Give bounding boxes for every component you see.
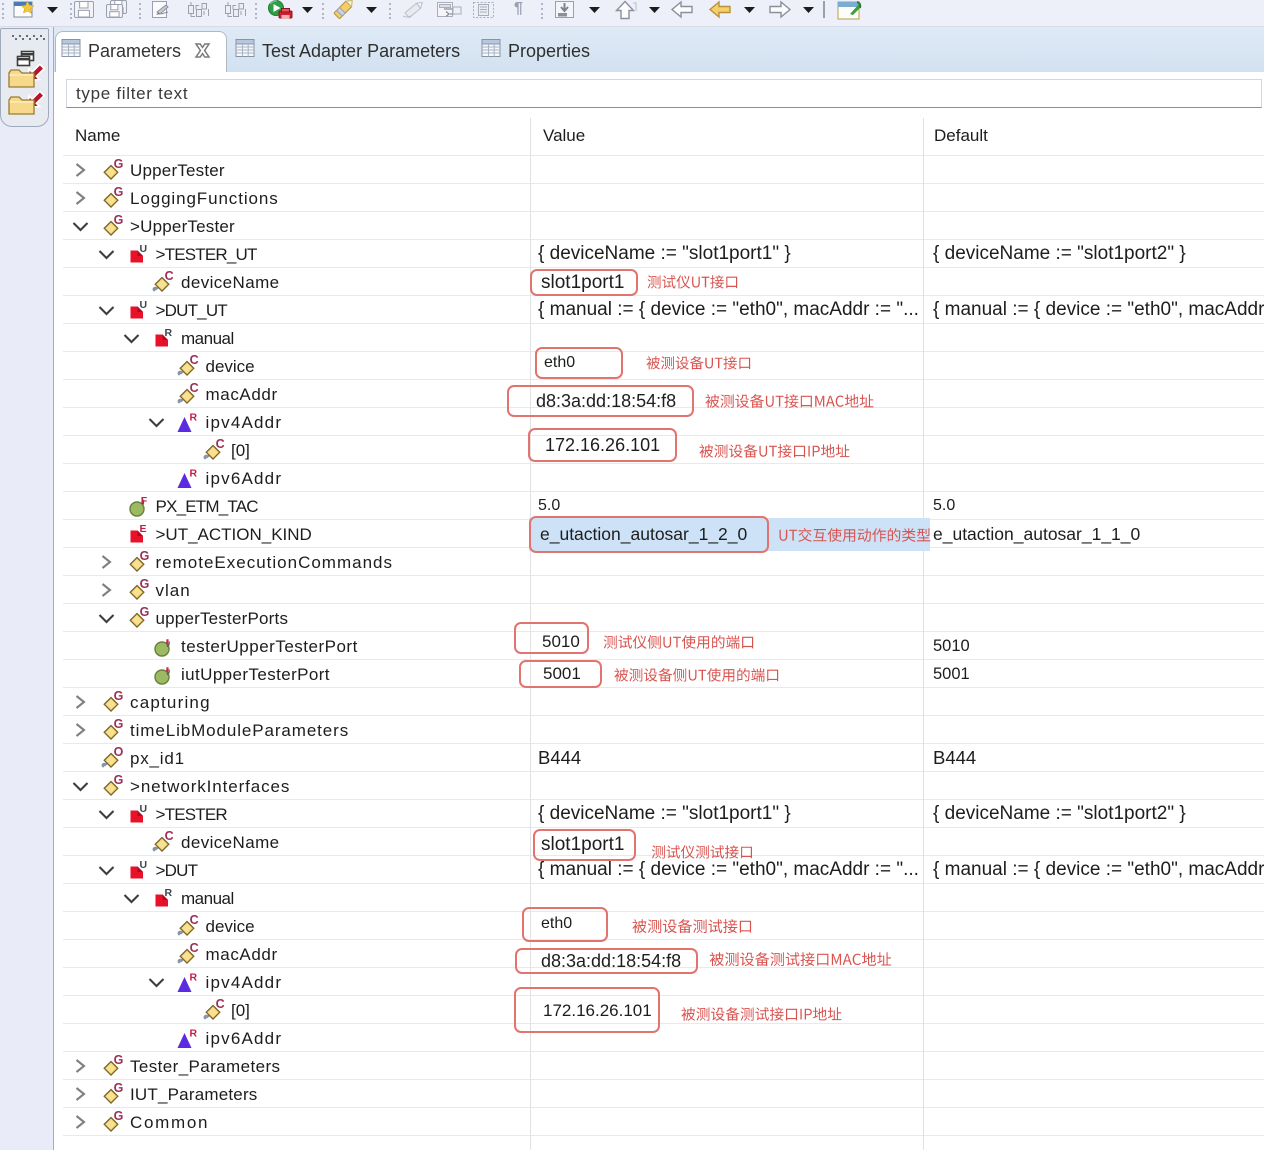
- svg-text:U: U: [140, 299, 148, 311]
- svg-text:U: U: [140, 803, 148, 815]
- svg-text:C: C: [190, 941, 199, 955]
- svg-text:F: F: [141, 495, 148, 507]
- svg-text:C: C: [190, 381, 199, 395]
- svg-text:G: G: [114, 157, 124, 171]
- svg-text:R: R: [190, 412, 198, 424]
- svg-text:C: C: [216, 997, 225, 1011]
- svg-text:E: E: [140, 523, 147, 535]
- svg-text:G: G: [114, 1053, 124, 1067]
- svg-text:G: G: [140, 605, 150, 619]
- svg-text:C: C: [165, 269, 174, 283]
- svg-text:G: G: [114, 773, 124, 787]
- svg-text:R: R: [190, 1028, 198, 1040]
- svg-text:G: G: [114, 1109, 124, 1123]
- svg-text:G: G: [114, 689, 124, 703]
- svg-text:O: O: [114, 745, 124, 759]
- svg-text:U: U: [140, 859, 148, 871]
- svg-text:G: G: [114, 185, 124, 199]
- svg-text:G: G: [140, 577, 150, 591]
- svg-text:U: U: [140, 243, 148, 255]
- svg-text:G: G: [114, 717, 124, 731]
- svg-text:C: C: [165, 829, 174, 843]
- svg-text:R: R: [165, 327, 173, 339]
- svg-text:C: C: [190, 913, 199, 927]
- svg-text:C: C: [190, 353, 199, 367]
- svg-text:G: G: [140, 549, 150, 563]
- svg-text:C: C: [216, 437, 225, 451]
- svg-text:G: G: [114, 213, 124, 227]
- svg-text:G: G: [114, 1081, 124, 1095]
- svg-text:R: R: [190, 468, 198, 480]
- svg-text:R: R: [190, 972, 198, 984]
- svg-text:R: R: [165, 887, 173, 899]
